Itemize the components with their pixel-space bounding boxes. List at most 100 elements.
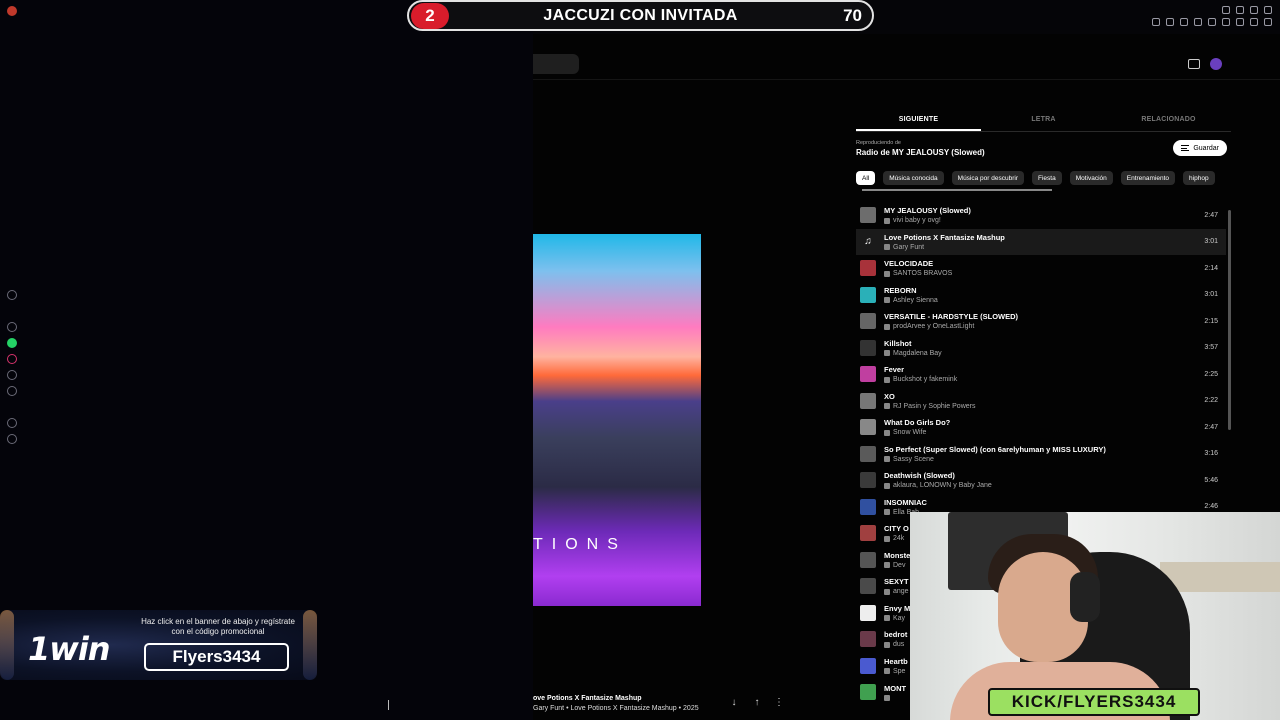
like-icon[interactable]: ↑: [752, 698, 762, 708]
track-artist[interactable]: 24k: [893, 535, 904, 542]
track-artist[interactable]: Snow Wife: [893, 429, 926, 436]
track-artist[interactable]: vivi baby y ovg!: [893, 217, 941, 224]
x-icon[interactable]: [7, 386, 17, 396]
track-thumbnail[interactable]: [860, 578, 876, 595]
track-title[interactable]: Killshot: [884, 339, 1226, 348]
track-artist[interactable]: Sassy Scene: [893, 456, 934, 463]
track-row[interactable]: Deathwish (Slowed) aklaura, LONOWN y Baby…: [856, 467, 1226, 494]
track-title[interactable]: What Do Girls Do?: [884, 418, 1226, 427]
track-thumbnail[interactable]: [860, 366, 876, 383]
filter-chip[interactable]: Música por descubrir: [951, 171, 1024, 185]
track-title[interactable]: Deathwish (Slowed): [884, 471, 1226, 480]
track-thumbnail[interactable]: [860, 445, 876, 462]
tab-next[interactable]: SIGUIENTE: [856, 110, 981, 131]
tab-related[interactable]: RELACIONADO: [1106, 110, 1231, 131]
chips-scrollbar[interactable]: [862, 189, 1052, 191]
track-row[interactable]: VELOCIDADE SANTOS BRAVOS 2:14: [856, 255, 1226, 282]
track-title[interactable]: REBORN: [884, 286, 1226, 295]
filter-chip[interactable]: hiphop: [1183, 171, 1215, 185]
track-artist[interactable]: Kay: [893, 615, 905, 622]
track-thumbnail[interactable]: [860, 207, 876, 224]
track-artist[interactable]: Ashley Sienna: [893, 297, 938, 304]
close-icon[interactable]: [1264, 6, 1272, 14]
track-artist[interactable]: prodArvee y OneLastLight: [893, 323, 974, 330]
track-artist[interactable]: Magdalena Bay: [893, 350, 942, 357]
track-row[interactable]: XO RJ Pasin y Sophie Powers 2:22: [856, 388, 1226, 415]
track-row[interactable]: ♫ Love Potions X Fantasize Mashup Gary Fun…: [856, 228, 1226, 255]
filter-chip[interactable]: Música conocida: [883, 171, 944, 185]
track-thumbnail[interactable]: [860, 604, 876, 621]
player-title[interactable]: ove Potions X Fantasize Mashup: [533, 695, 642, 702]
track-row[interactable]: MY JEALOUSY (Slowed) vivi baby y ovg! 2:47: [856, 202, 1226, 229]
track-thumbnail[interactable]: [860, 286, 876, 303]
track-title[interactable]: Fever: [884, 365, 1226, 374]
extensions-icon[interactable]: [1222, 18, 1230, 26]
screenshot-icon[interactable]: [1166, 18, 1174, 26]
settings-icon[interactable]: [7, 434, 17, 444]
more-options-icon[interactable]: ⋮: [774, 698, 784, 708]
track-artist[interactable]: RJ Pasin y Sophie Powers: [893, 403, 975, 410]
track-thumbnail[interactable]: [860, 472, 876, 489]
track-row[interactable]: What Do Girls Do? Snow Wife 2:47: [856, 414, 1226, 441]
filter-chip[interactable]: Entrenamiento: [1120, 171, 1176, 185]
track-thumbnail[interactable]: [860, 551, 876, 568]
track-thumbnail[interactable]: [860, 339, 876, 356]
tiktok-icon[interactable]: [7, 370, 17, 380]
track-row[interactable]: So Perfect (Super Slowed) (con 6arelyhum…: [856, 441, 1226, 468]
search-input[interactable]: [533, 54, 579, 74]
track-artist[interactable]: dus: [893, 641, 904, 648]
track-thumbnail[interactable]: [860, 260, 876, 277]
whatsapp-icon[interactable]: [7, 338, 17, 348]
track-row[interactable]: VERSATILE - HARDSTYLE (SLOWED) prodArvee …: [856, 308, 1226, 335]
filter-chip[interactable]: All: [856, 171, 876, 185]
track-thumbnail[interactable]: [860, 498, 876, 515]
track-title[interactable]: VELOCIDADE: [884, 259, 1226, 268]
filter-chip[interactable]: Motivación: [1069, 171, 1113, 185]
maximize-icon[interactable]: [1250, 6, 1258, 14]
bookmark-icon[interactable]: [1152, 18, 1160, 26]
track-thumbnail[interactable]: [860, 419, 876, 436]
track-thumbnail[interactable]: [860, 631, 876, 648]
adblock-icon[interactable]: [1194, 18, 1202, 26]
track-title[interactable]: So Perfect (Super Slowed) (con 6arelyhum…: [884, 445, 1226, 454]
track-title[interactable]: VERSATILE - HARDSTYLE (SLOWED): [884, 312, 1226, 321]
menu-icon[interactable]: [1264, 18, 1272, 26]
track-artist[interactable]: Dev: [893, 562, 905, 569]
track-row[interactable]: Killshot Magdalena Bay 3:57: [856, 335, 1226, 362]
track-thumbnail[interactable]: [860, 525, 876, 542]
download-icon[interactable]: [1250, 18, 1258, 26]
promo-banner[interactable]: 1win Haz click en el banner de abajo y r…: [0, 610, 317, 680]
track-artist[interactable]: SANTOS BRAVOS: [893, 270, 952, 277]
track-title[interactable]: Love Potions X Fantasize Mashup: [884, 233, 1226, 242]
avatar[interactable]: [1210, 58, 1222, 70]
queue-scrollbar[interactable]: [1228, 210, 1231, 430]
track-row[interactable]: Fever Buckshot y fakemink 2:25: [856, 361, 1226, 388]
track-artist[interactable]: Spe: [893, 668, 905, 675]
track-title[interactable]: XO: [884, 392, 1226, 401]
instagram-icon[interactable]: [7, 354, 17, 364]
track-thumbnail[interactable]: [860, 392, 876, 409]
chatgpt-icon[interactable]: [7, 322, 17, 332]
history-icon[interactable]: [7, 290, 17, 300]
track-artist[interactable]: Gary Funt: [893, 244, 924, 251]
track-title[interactable]: INSOMNIAC: [884, 498, 1226, 507]
track-thumbnail[interactable]: [860, 313, 876, 330]
track-artist[interactable]: ange: [893, 588, 909, 595]
dislike-icon[interactable]: ↓: [729, 698, 739, 708]
filter-chip[interactable]: Fiesta: [1031, 171, 1062, 185]
sidebar-icon[interactable]: [1236, 18, 1244, 26]
track-artist[interactable]: Buckshot y fakemink: [893, 376, 957, 383]
tab-lyrics[interactable]: LETRA: [981, 110, 1106, 131]
track-thumbnail[interactable]: [860, 657, 876, 674]
browser-close-icon[interactable]: [7, 6, 17, 16]
shield-icon[interactable]: [1180, 18, 1188, 26]
save-button[interactable]: Guardar: [1173, 140, 1227, 156]
clock-icon[interactable]: [7, 418, 17, 428]
cast-icon[interactable]: [1188, 59, 1200, 69]
search-icon[interactable]: [1222, 6, 1230, 14]
track-title[interactable]: MY JEALOUSY (Slowed): [884, 206, 1226, 215]
heart-icon[interactable]: [1208, 18, 1216, 26]
track-artist[interactable]: aklaura, LONOWN y Baby Jane: [893, 482, 992, 489]
track-row[interactable]: REBORN Ashley Sienna 3:01: [856, 282, 1226, 309]
minimize-icon[interactable]: [1236, 6, 1244, 14]
